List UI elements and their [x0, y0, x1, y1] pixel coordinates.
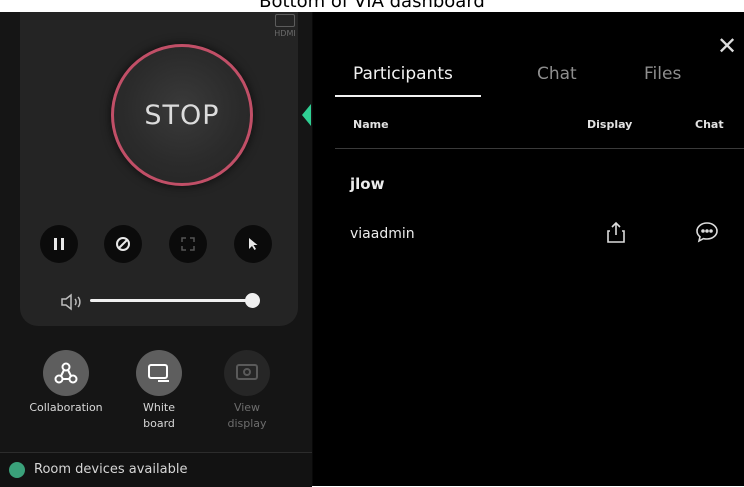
tab-chat[interactable]: Chat — [537, 64, 577, 84]
fullscreen-icon — [181, 237, 195, 251]
participant-name: jlow — [350, 175, 385, 193]
whiteboard-icon — [148, 364, 169, 382]
participant-name: viaadmin — [350, 226, 415, 242]
pointer-button[interactable] — [234, 225, 272, 263]
pause-icon — [54, 238, 64, 250]
close-icon[interactable]: ✕ — [717, 32, 737, 60]
room-devices-text: Room devices available — [34, 462, 188, 477]
chat-bubble-icon[interactable] — [695, 221, 719, 243]
collaboration-label: Collaboration — [29, 401, 103, 414]
view-display-label: View display — [227, 401, 267, 430]
participants-panel: ✕ Participants Chat Files Name Display C… — [313, 12, 744, 486]
presentation-card: HDMI STOP — [20, 12, 298, 326]
room-devices-bar[interactable]: Room devices available — [0, 452, 312, 487]
hdmi-icon — [275, 14, 295, 27]
whiteboard-label: White board — [143, 401, 175, 430]
block-icon — [116, 237, 130, 251]
hdmi-label: HDMI — [274, 29, 296, 38]
tab-participants[interactable]: Participants — [353, 64, 453, 84]
volume-slider-handle[interactable] — [245, 293, 260, 308]
header-divider — [335, 148, 744, 149]
view-display-button[interactable] — [224, 350, 270, 396]
pointer-icon — [249, 238, 258, 250]
view-display-icon — [236, 364, 258, 380]
control-panel: HDMI STOP Collaboration White board View… — [0, 12, 312, 487]
whiteboard-button[interactable] — [136, 350, 182, 396]
collaboration-icon — [54, 362, 78, 384]
collaboration-button[interactable] — [43, 350, 89, 396]
via-dashboard: HDMI STOP Collaboration White board View… — [0, 12, 744, 487]
block-button[interactable] — [104, 225, 142, 263]
hdmi-source[interactable]: HDMI — [270, 14, 300, 38]
room-devices-icon — [9, 462, 25, 478]
column-header-chat: Chat — [695, 118, 724, 131]
collapse-handle[interactable] — [302, 104, 311, 126]
tab-files[interactable]: Files — [644, 64, 681, 84]
volume-icon[interactable] — [60, 293, 84, 311]
fullscreen-button[interactable] — [169, 225, 207, 263]
page-caption: Bottom of VIA dashboard — [259, 0, 485, 12]
active-tab-indicator — [335, 95, 481, 97]
volume-slider-track[interactable] — [90, 299, 252, 302]
column-header-display: Display — [587, 118, 633, 131]
stop-button[interactable]: STOP — [111, 44, 253, 186]
share-display-icon[interactable] — [605, 221, 627, 245]
column-header-name: Name — [353, 118, 389, 131]
pause-button[interactable] — [40, 225, 78, 263]
